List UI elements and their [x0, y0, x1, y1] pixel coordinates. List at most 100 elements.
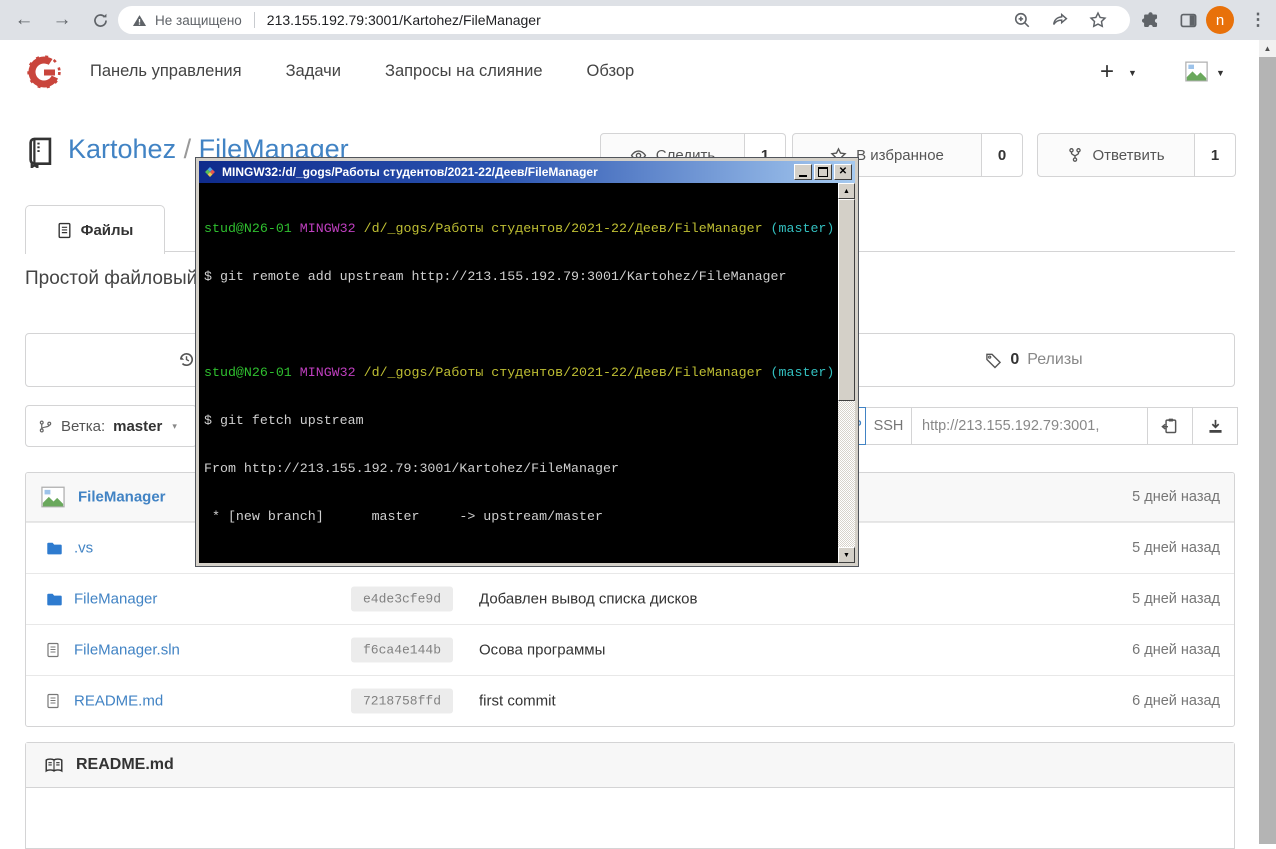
latest-commit-date: 5 дней назад	[1132, 489, 1220, 505]
branch-selector[interactable]: Ветка: master ▾	[25, 405, 197, 447]
clone-ssh-button[interactable]: SSH	[865, 407, 912, 445]
close-button[interactable]: ✕	[834, 164, 852, 180]
commit-hash-badge[interactable]: e4de3cfe9d	[351, 586, 454, 612]
file-date: 5 дней назад	[1132, 591, 1220, 607]
address-url: 213.155.192.79:3001/Kartohez/FileManager	[266, 12, 541, 28]
tag-icon	[986, 353, 1002, 368]
releases-count: 0	[1010, 351, 1020, 368]
folder-icon	[46, 541, 63, 556]
file-link[interactable]: FileManager.sln	[74, 642, 180, 659]
side-panel-icon[interactable]	[1176, 8, 1200, 32]
copy-url-button[interactable]	[1147, 407, 1193, 445]
extensions-puzzle-icon[interactable]	[1138, 8, 1162, 32]
fork-button-group: Ответвить 1	[1037, 133, 1236, 177]
star-count[interactable]: 0	[982, 133, 1023, 177]
terminal-command-line: $ git fetch upstream	[204, 413, 364, 428]
browser-profile-avatar[interactable]: n	[1206, 6, 1234, 34]
terminal-prompt-line: stud@N26-01 MINGW32 /d/_gogs/Работы студ…	[204, 365, 835, 380]
commit-hash-badge[interactable]: f6ca4e144b	[351, 637, 454, 663]
gogs-logo-icon[interactable]	[26, 54, 62, 90]
folder-icon	[46, 592, 63, 607]
download-icon	[1208, 419, 1222, 433]
gogs-navbar: Панель управления Задачи Запросы на слия…	[0, 40, 1276, 103]
table-row: FileManager e4de3cfe9d Добавлен вывод сп…	[26, 573, 1234, 624]
back-icon[interactable]: ←	[12, 8, 36, 32]
file-date: 6 дней назад	[1132, 693, 1220, 709]
security-label: Не защищено	[155, 12, 242, 28]
terminal-prompt-line: stud@N26-01 MINGW32 /d/_gogs/Работы студ…	[204, 221, 835, 236]
commit-hash-badge[interactable]: 7218758ffd	[351, 688, 454, 714]
address-bar[interactable]: Не защищено 213.155.192.79:3001/Kartohez…	[118, 6, 1130, 34]
terminal-titlebar[interactable]: MINGW32:/d/_gogs/Работы студентов/2021-2…	[199, 161, 855, 183]
not-secure-warning-icon	[132, 13, 147, 28]
commit-message: first commit	[479, 692, 556, 710]
zoom-icon[interactable]	[1010, 8, 1034, 32]
page-scrollbar: ▲	[1259, 40, 1276, 844]
minimize-button[interactable]	[794, 164, 812, 180]
terminal-window: MINGW32:/d/_gogs/Работы студентов/2021-2…	[195, 157, 859, 567]
branch-icon	[39, 420, 52, 432]
user-avatar-broken-image-icon[interactable]	[1184, 59, 1209, 84]
terminal-output-line: From http://213.155.192.79:3001/Kartohez…	[204, 461, 619, 476]
readme-panel: README.md	[25, 742, 1235, 849]
share-icon[interactable]	[1048, 8, 1072, 32]
commit-message: Добавлен вывод списка дисков	[479, 590, 698, 608]
fork-button[interactable]: Ответвить	[1037, 133, 1195, 177]
terminal-scroll-thumb[interactable]	[838, 199, 855, 401]
committer-avatar-broken-image-icon	[40, 484, 66, 510]
nav-item-explore[interactable]: Обзор	[587, 62, 635, 81]
terminal-output-line: * [new branch] master -> upstream/master	[204, 509, 603, 524]
readme-body	[26, 788, 1234, 848]
reload-icon[interactable]	[88, 8, 112, 32]
new-repo-caret-icon[interactable]: ▼	[1128, 68, 1137, 78]
nav-item-dashboard[interactable]: Панель управления	[90, 62, 242, 81]
file-icon	[46, 642, 60, 658]
readme-header: README.md	[26, 743, 1234, 788]
latest-commit-repo-link[interactable]: FileManager	[78, 489, 166, 506]
fork-count[interactable]: 1	[1195, 133, 1236, 177]
table-row: FileManager.sln f6ca4e144b Осова програм…	[26, 624, 1234, 675]
bookmark-star-icon[interactable]	[1086, 8, 1110, 32]
maximize-button[interactable]	[814, 164, 832, 180]
terminal-content[interactable]: stud@N26-01 MINGW32 /d/_gogs/Работы студ…	[199, 183, 855, 563]
fork-icon	[1069, 148, 1082, 162]
file-date: 5 дней назад	[1132, 540, 1220, 556]
nav-item-pull-requests[interactable]: Запросы на слияние	[385, 62, 543, 81]
clipboard-icon	[1161, 418, 1177, 434]
table-row: README.md 7218758ffd first commit 6 дней…	[26, 675, 1234, 726]
terminal-scrollbar[interactable]: ▲ ▼	[838, 183, 855, 563]
scrollbar-thumb[interactable]	[1259, 57, 1276, 844]
new-repo-plus-button[interactable]: +	[1100, 40, 1114, 103]
releases-stat[interactable]: 0 Релизы	[832, 334, 1235, 386]
history-icon	[177, 350, 196, 369]
file-icon	[58, 222, 71, 238]
nav-item-issues[interactable]: Задачи	[286, 62, 341, 81]
tab-files[interactable]: Файлы	[25, 205, 165, 254]
user-menu-caret-icon[interactable]: ▼	[1216, 68, 1225, 78]
address-divider	[253, 12, 255, 28]
readme-title: README.md	[76, 756, 174, 773]
git-bash-icon	[205, 167, 215, 177]
terminal-text: stud@N26-01 MINGW32 /d/_gogs/Работы студ…	[199, 183, 838, 563]
terminal-scroll-up-icon[interactable]: ▲	[838, 183, 855, 199]
terminal-title: MINGW32:/d/_gogs/Работы студентов/2021-2…	[222, 165, 598, 179]
scrollbar-up-arrow[interactable]: ▲	[1259, 40, 1276, 56]
releases-label: Релизы	[1027, 351, 1083, 368]
file-link[interactable]: .vs	[74, 540, 93, 557]
open-book-icon	[45, 757, 63, 772]
browser-menu-icon[interactable]: ⋮	[1246, 8, 1270, 32]
repo-owner-link[interactable]: Kartohez	[68, 134, 176, 164]
file-link[interactable]: README.md	[74, 693, 163, 710]
clone-url-input[interactable]	[911, 407, 1148, 445]
download-button[interactable]	[1192, 407, 1238, 445]
browser-toolbar: ← → Не защищено 213.155.192.79:3001/Kart…	[0, 0, 1276, 40]
terminal-scroll-down-icon[interactable]: ▼	[838, 547, 855, 563]
terminal-command-line: $ git remote add upstream http://213.155…	[204, 269, 787, 284]
file-icon	[46, 693, 60, 709]
file-link[interactable]: FileManager	[74, 591, 157, 608]
forward-icon[interactable]: →	[50, 8, 74, 32]
file-date: 6 дней назад	[1132, 642, 1220, 658]
branch-caret-icon: ▾	[172, 420, 177, 431]
